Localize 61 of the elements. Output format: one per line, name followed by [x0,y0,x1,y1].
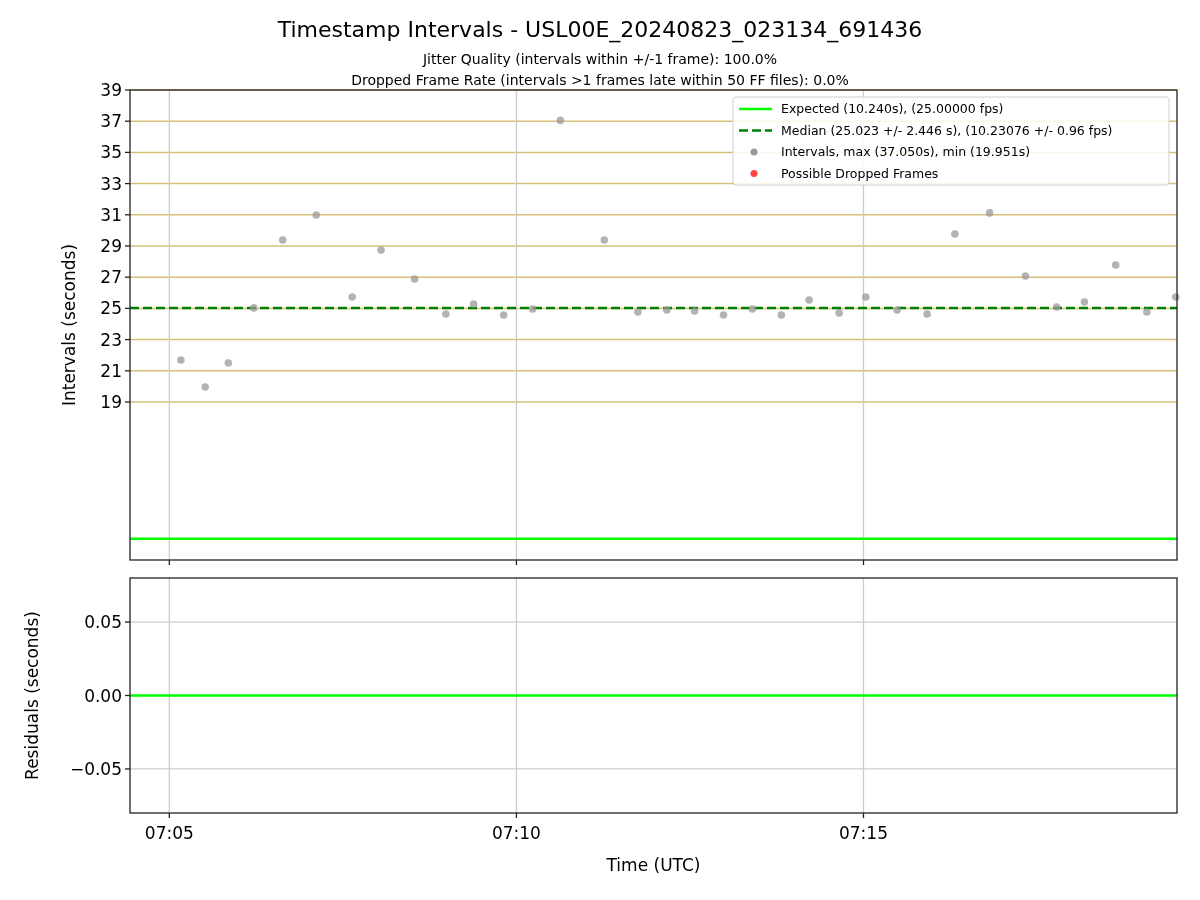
data-point [201,383,209,391]
data-point [748,305,757,313]
data-point [469,300,478,308]
axis-label: Residuals (seconds) [22,611,42,780]
tick-label: 27 [100,267,122,288]
tick-label: 23 [100,329,122,350]
data-point [719,311,728,319]
legend-label: Possible Dropped Frames [781,165,939,181]
tick-label: 07:10 [491,823,541,843]
tick-label: 07:15 [839,823,888,843]
data-point [224,359,233,367]
data-point [600,236,609,244]
data-point [1052,303,1061,311]
data-point [1111,261,1120,269]
data-point [312,211,321,219]
tick-label: 0.05 [84,612,122,633]
legend-label: Intervals, max (37.050s), min (19.951s) [781,144,1031,159]
legend-label: Expected (10.240s), (25.00000 fps) [781,101,1004,116]
tick-label: 0.00 [84,685,122,706]
data-point [805,296,813,304]
data-point [377,246,385,254]
tick-label: 39 [100,80,122,100]
data-point [442,310,450,318]
data-point [1143,308,1151,316]
data-point [410,275,419,283]
figure-subtitle: Dropped Frame Rate (intervals >1 frames late within 50 FF files): 0.0% [351,72,849,88]
tick-label: 19 [100,392,122,412]
tick-label: 29 [100,236,122,256]
data-point [690,307,699,315]
data-point [528,305,537,313]
data-point [777,311,786,319]
tick-label: 21 [100,360,122,381]
tick-label: 33 [100,173,122,194]
data-point [985,209,994,217]
data-point [348,293,356,301]
figure-title: Timestamp Intervals - USL00E_20240823_023134_691436 [277,17,923,42]
data-point [499,311,508,319]
axis-label: Time (UTC) [606,855,701,875]
data-point [278,236,287,244]
data-point [663,306,671,314]
data-point [951,230,959,238]
data-point [923,310,931,318]
axis-label: Intervals (seconds) [59,243,79,407]
figure-subtitle: Jitter Quality (intervals within +/-1 frame): 100.0% [422,51,778,67]
data-point [835,309,843,317]
tick-label: 35 [100,142,122,163]
data-point [556,116,565,125]
data-point [250,304,258,312]
data-point [1021,272,1030,280]
legend-label: Median (25.023 +/- 2.446 s), (10.23076 +/- 0.96 fps) [781,122,1113,138]
tick-label: −0.05 [69,758,122,779]
tick-label: 31 [100,204,122,225]
tick-label: 37 [100,111,122,132]
data-point [1080,298,1089,306]
tick-label: 07:05 [144,823,194,843]
data-point [177,356,185,364]
data-point [634,308,642,316]
data-point [1172,293,1180,301]
data-point [893,306,901,314]
tick-label: 25 [100,298,122,319]
data-point [862,293,870,301]
